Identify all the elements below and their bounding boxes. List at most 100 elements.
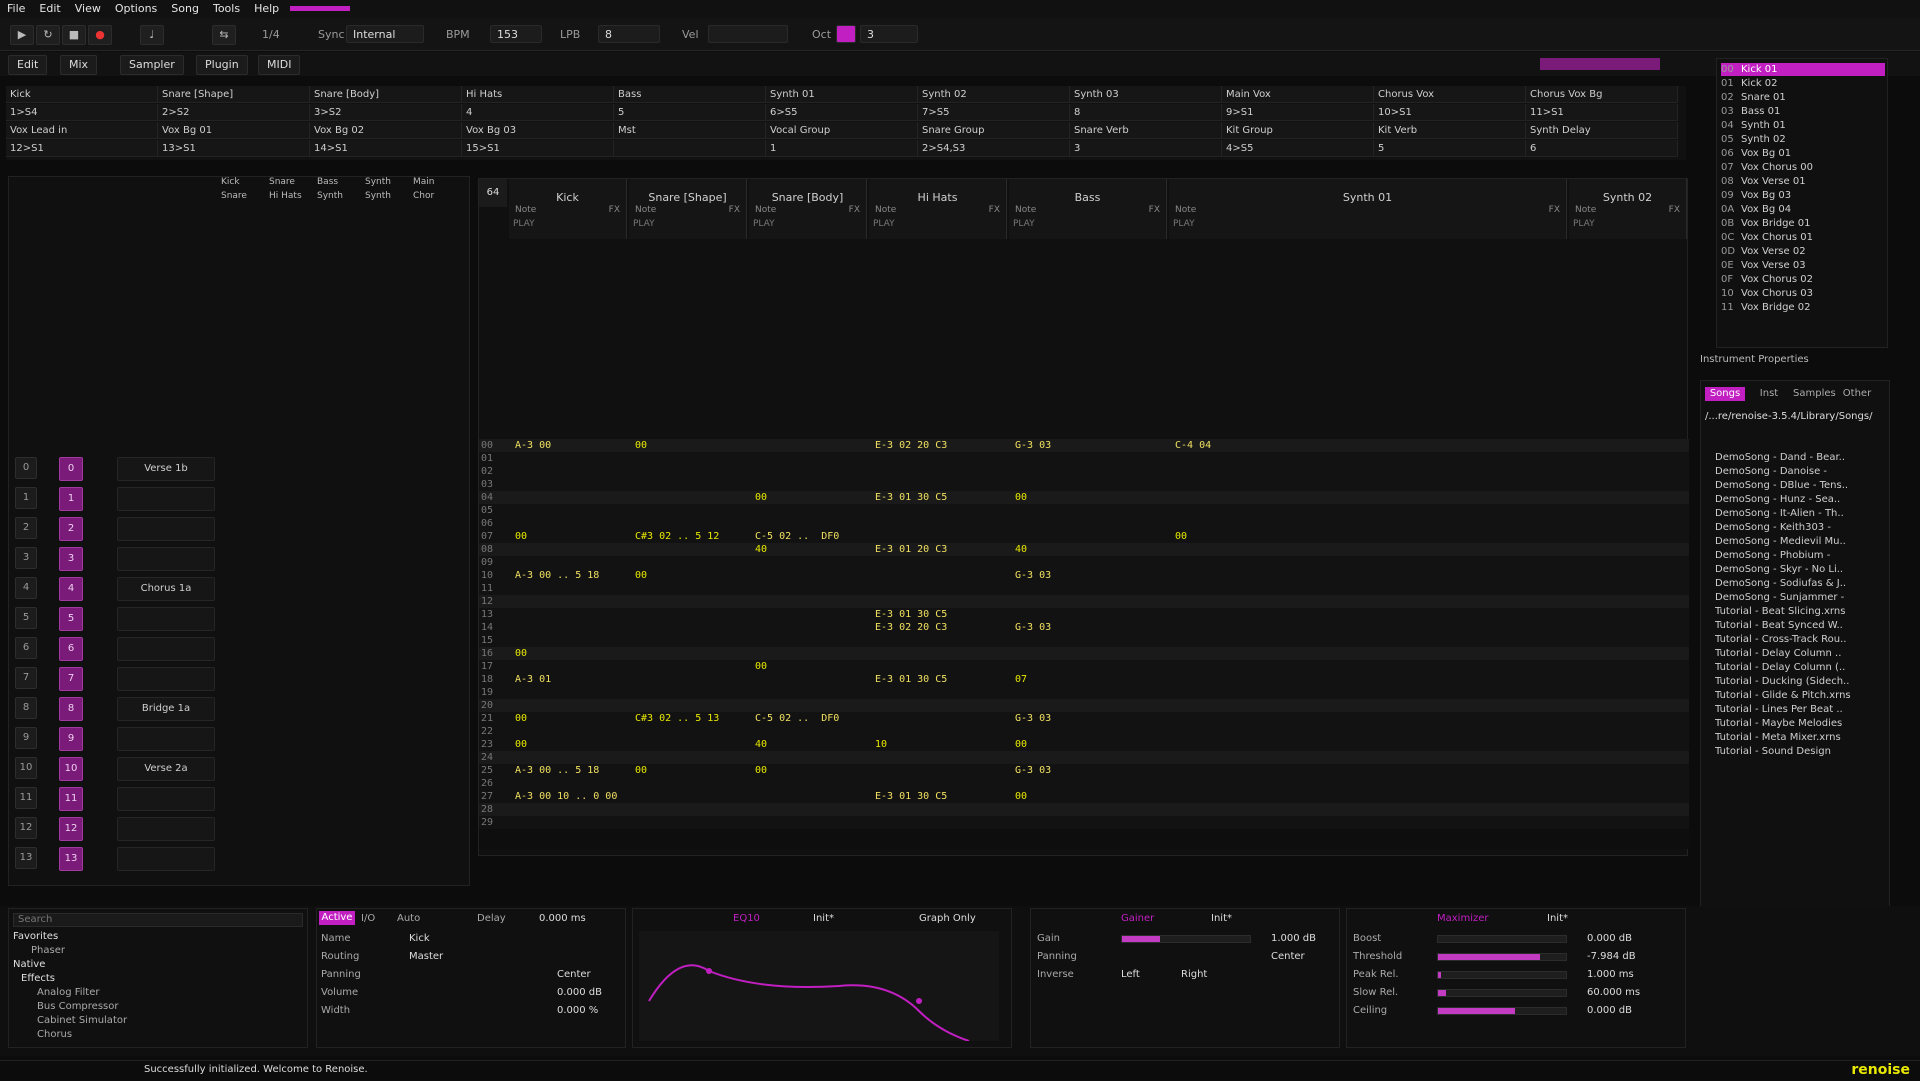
pattern-note[interactable]: G-3 03: [1015, 712, 1051, 725]
matrix-cell[interactable]: Kit Verb: [1374, 122, 1526, 139]
menu-help[interactable]: Help: [247, 0, 286, 17]
pattern-note[interactable]: 00: [755, 491, 767, 504]
instrument-item[interactable]: 03 Bass 01: [1721, 105, 1885, 118]
pattern-note[interactable]: E-3 01 30 C5: [875, 673, 947, 686]
record-icon[interactable]: ●: [88, 25, 112, 45]
matrix-cell[interactable]: Vox Bg 03: [462, 122, 614, 139]
matrix-cell[interactable]: 8: [1070, 104, 1222, 121]
seq-pattern[interactable]: 12: [59, 817, 83, 841]
pattern-note[interactable]: G-3 03: [1015, 439, 1051, 452]
matrix-cell[interactable]: 9>S1: [1222, 104, 1374, 121]
browser-file[interactable]: Tutorial - Delay Column (..: [1715, 661, 1887, 675]
instrument-item[interactable]: 0C Vox Chorus 01: [1721, 231, 1885, 244]
browser-file[interactable]: DemoSong - Keith303 -: [1715, 521, 1887, 535]
menu-file[interactable]: File: [0, 0, 32, 17]
seq-index[interactable]: 5: [15, 607, 37, 629]
seq-section-name[interactable]: [117, 667, 215, 691]
matrix-cell[interactable]: Snare [Body]: [310, 86, 462, 103]
instrument-item[interactable]: 00 Kick 01: [1721, 63, 1885, 76]
bpm-field[interactable]: 153: [490, 25, 542, 43]
matrix-cell[interactable]: 3: [1070, 140, 1222, 157]
browser-file[interactable]: DemoSong - Danoise -: [1715, 465, 1887, 479]
seq-section-name[interactable]: Chorus 1a: [117, 577, 215, 601]
name-value[interactable]: Kick: [409, 933, 430, 944]
browser-file[interactable]: DemoSong - Medievil Mu..: [1715, 535, 1887, 549]
octave-field[interactable]: 3: [860, 25, 918, 43]
track-header[interactable]: Bass PLAY Note FX: [1009, 179, 1167, 239]
pattern-note[interactable]: E-3 02 20 C3: [875, 439, 947, 452]
pattern-lines[interactable]: 64: [479, 179, 507, 207]
browser-file[interactable]: DemoSong - DBlue - Tens..: [1715, 479, 1887, 493]
matrix-cell[interactable]: Synth 01: [766, 86, 918, 103]
pattern-note[interactable]: 00: [635, 764, 647, 777]
browser-file[interactable]: Tutorial - Maybe Melodies: [1715, 717, 1887, 731]
pattern-note[interactable]: 40: [755, 738, 767, 751]
gain-slider[interactable]: [1121, 935, 1251, 943]
instrument-item[interactable]: 02 Snare 01: [1721, 91, 1885, 104]
device-tree-item[interactable]: Phaser: [31, 945, 65, 956]
instrument-item[interactable]: 0E Vox Verse 03: [1721, 259, 1885, 272]
seq-section-name[interactable]: [117, 517, 215, 541]
matrix-cell[interactable]: 2>S2: [158, 104, 310, 121]
seq-pattern[interactable]: 2: [59, 517, 83, 541]
matrix-cell[interactable]: 1: [766, 140, 918, 157]
instrument-item[interactable]: 0B Vox Bridge 01: [1721, 217, 1885, 230]
seq-pattern[interactable]: 9: [59, 727, 83, 751]
browser-file[interactable]: DemoSong - Dand - Bear..: [1715, 451, 1887, 465]
pattern-note[interactable]: E-3 01 30 C5: [875, 790, 947, 803]
pattern-note[interactable]: A-3 00 10 .. 0 00: [515, 790, 617, 803]
pattern-note[interactable]: G-3 03: [1015, 764, 1051, 777]
matrix-cell[interactable]: Mst: [614, 122, 766, 139]
matrix-cell[interactable]: [614, 140, 766, 157]
seq-section-name[interactable]: Verse 2a: [117, 757, 215, 781]
matrix-cell[interactable]: 15>S1: [462, 140, 614, 157]
seq-pattern[interactable]: 8: [59, 697, 83, 721]
seq-pattern[interactable]: 0: [59, 457, 83, 481]
pattern-note[interactable]: 00: [1015, 738, 1027, 751]
seq-section-name[interactable]: [117, 847, 215, 871]
matrix-cell[interactable]: 3>S2: [310, 104, 462, 121]
inverse-left[interactable]: Left: [1121, 969, 1140, 980]
pattern-note[interactable]: A-3 01: [515, 673, 551, 686]
pattern-note[interactable]: 40: [1015, 543, 1027, 556]
matrix-cell[interactable]: 4>S5: [1222, 140, 1374, 157]
seq-index[interactable]: 6: [15, 637, 37, 659]
browser-file[interactable]: DemoSong - It-Alien - Th..: [1715, 507, 1887, 521]
loop-icon[interactable]: ↻: [36, 25, 60, 45]
matrix-cell[interactable]: 10>S1: [1374, 104, 1526, 121]
velocity-field[interactable]: [708, 25, 788, 43]
pattern-note[interactable]: 00: [635, 439, 647, 452]
browser-file[interactable]: DemoSong - Phobium -: [1715, 549, 1887, 563]
matrix-cell[interactable]: Vox Bg 02: [310, 122, 462, 139]
peak-slider[interactable]: [1437, 971, 1567, 979]
browser-file[interactable]: Tutorial - Ducking (Sidech..: [1715, 675, 1887, 689]
browser-file[interactable]: DemoSong - Sodiufas & J..: [1715, 577, 1887, 591]
browser-tab[interactable]: Songs: [1705, 387, 1745, 401]
matrix-cell[interactable]: 1>S4: [6, 104, 158, 121]
pattern-note[interactable]: G-3 03: [1015, 621, 1051, 634]
menu-song[interactable]: Song: [164, 0, 206, 17]
tab-mix[interactable]: Mix: [60, 55, 98, 75]
seq-pattern[interactable]: 3: [59, 547, 83, 571]
pattern-note[interactable]: 00: [635, 569, 647, 582]
routing-value[interactable]: Master: [409, 951, 443, 962]
instrument-item[interactable]: 09 Vox Bg 03: [1721, 189, 1885, 202]
instrument-item[interactable]: 04 Synth 01: [1721, 119, 1885, 132]
pattern-note[interactable]: G-3 03: [1015, 569, 1051, 582]
matrix-cell[interactable]: Synth 03: [1070, 86, 1222, 103]
device-tree-item[interactable]: Native: [13, 959, 45, 970]
matrix-cell[interactable]: 4: [462, 104, 614, 121]
pattern-note[interactable]: 00: [1015, 790, 1027, 803]
seq-index[interactable]: 13: [15, 847, 37, 869]
pattern-note[interactable]: A-3 00 .. 5 18: [515, 764, 599, 777]
seq-section-name[interactable]: [117, 787, 215, 811]
matrix-cell[interactable]: Kick: [6, 86, 158, 103]
matrix-cell[interactable]: Synth Delay: [1526, 122, 1678, 139]
pattern-note[interactable]: 40: [755, 543, 767, 556]
seq-index[interactable]: 3: [15, 547, 37, 569]
menu-edit[interactable]: Edit: [32, 0, 67, 17]
seq-index[interactable]: 11: [15, 787, 37, 809]
device-tree-item[interactable]: Bus Compressor: [37, 1001, 118, 1012]
seq-index[interactable]: 0: [15, 457, 37, 479]
pattern-note[interactable]: 00: [515, 712, 527, 725]
